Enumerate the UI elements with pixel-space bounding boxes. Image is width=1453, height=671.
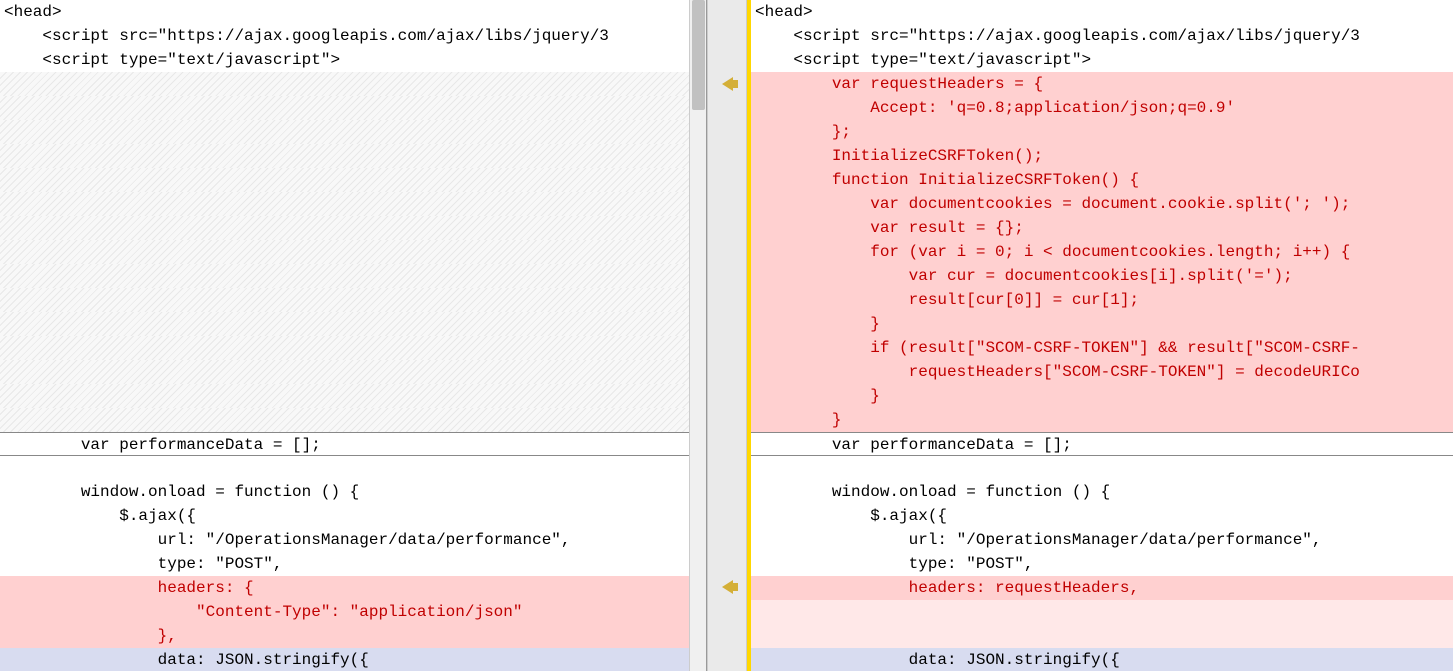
left-pane: <head> <script src="https://ajax.googlea… bbox=[0, 0, 707, 671]
right-line[interactable]: }; bbox=[747, 120, 1453, 144]
gutter-cell bbox=[708, 264, 746, 288]
gutter-cell bbox=[708, 527, 746, 551]
merge-left-arrow-icon[interactable] bbox=[722, 580, 733, 594]
left-line[interactable]: <script src="https://ajax.googleapis.com… bbox=[0, 24, 706, 48]
gutter-cell bbox=[708, 168, 746, 192]
left-line[interactable] bbox=[0, 240, 706, 264]
gutter-cell bbox=[708, 407, 746, 431]
right-line[interactable]: Accept: 'q=0.8;application/json;q=0.9' bbox=[747, 96, 1453, 120]
diff-viewer: <head> <script src="https://ajax.googlea… bbox=[0, 0, 1453, 671]
left-line[interactable]: headers: { bbox=[0, 576, 706, 600]
right-line[interactable]: function InitializeCSRFToken() { bbox=[747, 168, 1453, 192]
left-line[interactable] bbox=[0, 216, 706, 240]
right-line[interactable]: <head> bbox=[747, 0, 1453, 24]
left-line[interactable] bbox=[0, 336, 706, 360]
right-line[interactable]: var documentcookies = document.cookie.sp… bbox=[747, 192, 1453, 216]
left-line[interactable] bbox=[0, 144, 706, 168]
gutter-cell bbox=[708, 360, 746, 384]
right-line[interactable]: var cur = documentcookies[i].split('='); bbox=[747, 264, 1453, 288]
right-line[interactable]: } bbox=[747, 384, 1453, 408]
left-line[interactable]: <head> bbox=[0, 0, 706, 24]
gutter-cell bbox=[708, 96, 746, 120]
right-pane: <head> <script src="https://ajax.googlea… bbox=[747, 0, 1453, 671]
right-line[interactable]: $.ajax({ bbox=[747, 504, 1453, 528]
left-line[interactable] bbox=[0, 72, 706, 96]
merge-left-arrow-icon[interactable] bbox=[722, 77, 733, 91]
right-line[interactable] bbox=[747, 624, 1453, 648]
left-line[interactable] bbox=[0, 456, 706, 480]
right-line[interactable]: data: JSON.stringify({ bbox=[747, 648, 1453, 671]
left-line[interactable] bbox=[0, 360, 706, 384]
left-line[interactable]: }, bbox=[0, 624, 706, 648]
right-line[interactable]: headers: requestHeaders, bbox=[747, 576, 1453, 600]
gutter-cell bbox=[708, 216, 746, 240]
gutter-cell bbox=[708, 647, 746, 671]
gutter-cell bbox=[708, 455, 746, 479]
right-line[interactable]: var result = {}; bbox=[747, 216, 1453, 240]
right-line[interactable]: result[cur[0]] = cur[1]; bbox=[747, 288, 1453, 312]
gutter-cell bbox=[708, 240, 746, 264]
change-marker-bar bbox=[747, 0, 751, 671]
gutter-cell bbox=[708, 551, 746, 575]
diff-gutter bbox=[707, 0, 747, 671]
right-line[interactable]: if (result["SCOM-CSRF-TOKEN"] && result[… bbox=[747, 336, 1453, 360]
left-line[interactable]: $.ajax({ bbox=[0, 504, 706, 528]
left-line[interactable]: var performanceData = []; bbox=[0, 432, 706, 456]
gutter-cell bbox=[708, 479, 746, 503]
gutter-cell bbox=[708, 48, 746, 72]
left-code-content[interactable]: <head> <script src="https://ajax.googlea… bbox=[0, 0, 706, 671]
gutter-cell bbox=[708, 312, 746, 336]
gutter-cell bbox=[708, 336, 746, 360]
right-line[interactable]: <script type="text/javascript"> bbox=[747, 48, 1453, 72]
right-line[interactable]: var performanceData = []; bbox=[747, 432, 1453, 456]
gutter-cell bbox=[708, 120, 746, 144]
left-line[interactable] bbox=[0, 96, 706, 120]
left-line[interactable] bbox=[0, 120, 706, 144]
gutter-cell bbox=[708, 384, 746, 408]
left-line[interactable] bbox=[0, 384, 706, 408]
gutter-cell bbox=[708, 72, 746, 96]
gutter-cell bbox=[708, 288, 746, 312]
left-line[interactable]: "Content-Type": "application/json" bbox=[0, 600, 706, 624]
left-line[interactable]: url: "/OperationsManager/data/performanc… bbox=[0, 528, 706, 552]
right-line[interactable]: type: "POST", bbox=[747, 552, 1453, 576]
gutter-cell bbox=[708, 0, 746, 24]
gutter-cell bbox=[708, 575, 746, 599]
gutter-cell bbox=[708, 144, 746, 168]
left-scrollbar[interactable] bbox=[689, 0, 706, 671]
right-line[interactable]: } bbox=[747, 312, 1453, 336]
left-line[interactable]: data: JSON.stringify({ bbox=[0, 648, 706, 671]
right-line[interactable]: InitializeCSRFToken(); bbox=[747, 144, 1453, 168]
left-line[interactable] bbox=[0, 288, 706, 312]
gutter-cell bbox=[708, 431, 746, 455]
left-line[interactable] bbox=[0, 312, 706, 336]
right-line[interactable]: requestHeaders["SCOM-CSRF-TOKEN"] = deco… bbox=[747, 360, 1453, 384]
gutter-cell bbox=[708, 192, 746, 216]
right-code-content[interactable]: <head> <script src="https://ajax.googlea… bbox=[747, 0, 1453, 671]
right-line[interactable]: } bbox=[747, 408, 1453, 432]
right-line[interactable]: window.onload = function () { bbox=[747, 480, 1453, 504]
left-line[interactable]: <script type="text/javascript"> bbox=[0, 48, 706, 72]
left-line[interactable] bbox=[0, 408, 706, 432]
right-line[interactable]: var requestHeaders = { bbox=[747, 72, 1453, 96]
gutter-cell bbox=[708, 24, 746, 48]
left-line[interactable] bbox=[0, 264, 706, 288]
left-line[interactable]: type: "POST", bbox=[0, 552, 706, 576]
right-line[interactable]: for (var i = 0; i < documentcookies.leng… bbox=[747, 240, 1453, 264]
gutter-cell bbox=[708, 503, 746, 527]
right-line[interactable]: url: "/OperationsManager/data/performanc… bbox=[747, 528, 1453, 552]
right-line[interactable] bbox=[747, 456, 1453, 480]
left-line[interactable] bbox=[0, 192, 706, 216]
left-line[interactable] bbox=[0, 168, 706, 192]
right-line[interactable] bbox=[747, 600, 1453, 624]
left-line[interactable]: window.onload = function () { bbox=[0, 480, 706, 504]
gutter-cell bbox=[708, 599, 746, 623]
gutter-cell bbox=[708, 623, 746, 647]
right-line[interactable]: <script src="https://ajax.googleapis.com… bbox=[747, 24, 1453, 48]
scrollbar-thumb[interactable] bbox=[692, 0, 705, 110]
